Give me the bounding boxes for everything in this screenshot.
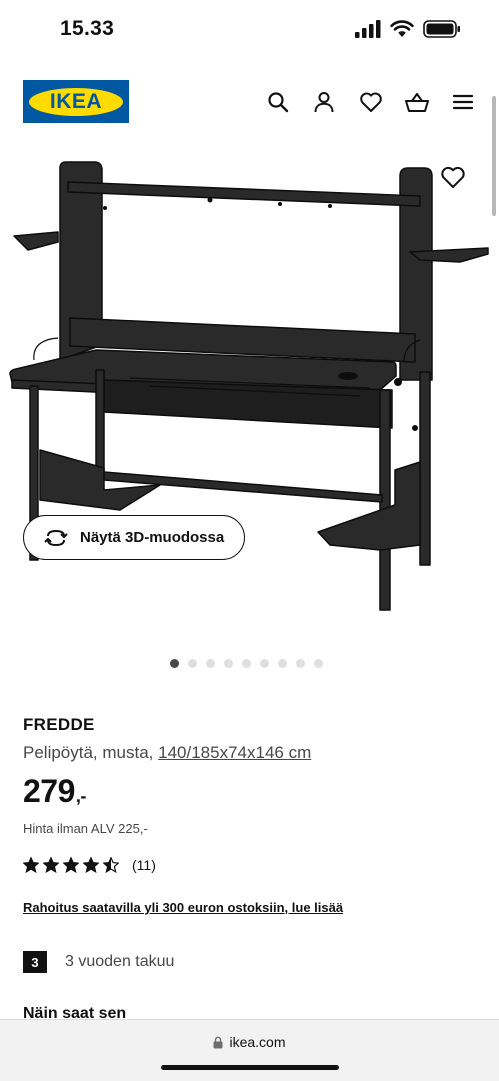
- favorites-icon: [360, 92, 382, 112]
- search-icon: [268, 92, 289, 113]
- pagination-dot[interactable]: [260, 659, 269, 668]
- image-pagination-dots: [170, 659, 323, 668]
- add-to-favorites-button[interactable]: [440, 165, 466, 191]
- view-3d-label: Näytä 3D-muodossa: [80, 529, 225, 546]
- price-value: 279: [23, 773, 75, 809]
- browser-address-bar[interactable]: ikea.com: [0, 1019, 499, 1081]
- pagination-dot[interactable]: [188, 659, 197, 668]
- rating-count: (11): [132, 857, 156, 873]
- signal-icon: [355, 20, 381, 38]
- url-display[interactable]: ikea.com: [0, 1034, 499, 1050]
- pagination-dot[interactable]: [206, 659, 215, 668]
- pagination-dot[interactable]: [170, 659, 179, 668]
- product-price: 279 ,-: [23, 773, 86, 810]
- star-full-icon: [43, 857, 59, 873]
- price-suffix: ,-: [75, 786, 87, 806]
- product-name: FREDDE: [23, 715, 95, 734]
- status-time: 15.33: [60, 17, 115, 40]
- pagination-dot[interactable]: [278, 659, 287, 668]
- account-icon: [314, 92, 334, 113]
- logo-oval: IKEA: [29, 87, 123, 116]
- logo-text: IKEA: [49, 89, 103, 113]
- star-full-icon: [63, 857, 79, 873]
- star-half-icon: [103, 857, 119, 873]
- pagination-dot[interactable]: [224, 659, 233, 668]
- search-button[interactable]: [265, 89, 291, 115]
- financing-link[interactable]: Rahoitus saatavilla yli 300 euron ostoks…: [23, 900, 343, 915]
- warranty-badge: 3: [23, 951, 47, 973]
- product-description: Pelipöytä, musta, 140/185x74x146 cm: [23, 743, 311, 763]
- menu-button[interactable]: [450, 89, 476, 115]
- view-3d-button[interactable]: Näytä 3D-muodossa: [23, 515, 245, 560]
- warranty-info: 3 3 vuoden takuu: [23, 951, 174, 973]
- ikea-logo[interactable]: IKEA: [23, 80, 129, 123]
- pagination-dot[interactable]: [296, 659, 305, 668]
- url-text: ikea.com: [229, 1034, 286, 1050]
- product-rating[interactable]: (11): [23, 857, 156, 873]
- battery-icon: [423, 20, 460, 38]
- pagination-dot[interactable]: [242, 659, 251, 668]
- favorites-button[interactable]: [358, 89, 384, 115]
- status-bar: 15.33: [0, 0, 499, 60]
- rotate-3d-icon: [44, 529, 68, 546]
- status-icons: [355, 20, 461, 38]
- product-type: Pelipöytä, musta,: [23, 743, 154, 762]
- wifi-icon: [390, 20, 414, 37]
- site-header: IKEA: [0, 75, 499, 127]
- cart-icon: [405, 93, 429, 112]
- lock-icon: [213, 1036, 223, 1048]
- warranty-text: 3 vuoden takuu: [65, 953, 175, 970]
- star-full-icon: [23, 857, 39, 873]
- pagination-dot[interactable]: [314, 659, 323, 668]
- account-button[interactable]: [311, 89, 337, 115]
- home-indicator[interactable]: [161, 1065, 339, 1070]
- product-dimensions-link[interactable]: 140/185x74x146 cm: [158, 743, 311, 762]
- menu-icon: [452, 94, 474, 110]
- cart-button[interactable]: [404, 89, 430, 115]
- price-without-vat: Hinta ilman ALV 225,-: [23, 821, 148, 836]
- star-full-icon: [83, 857, 99, 873]
- heart-icon: [441, 166, 465, 188]
